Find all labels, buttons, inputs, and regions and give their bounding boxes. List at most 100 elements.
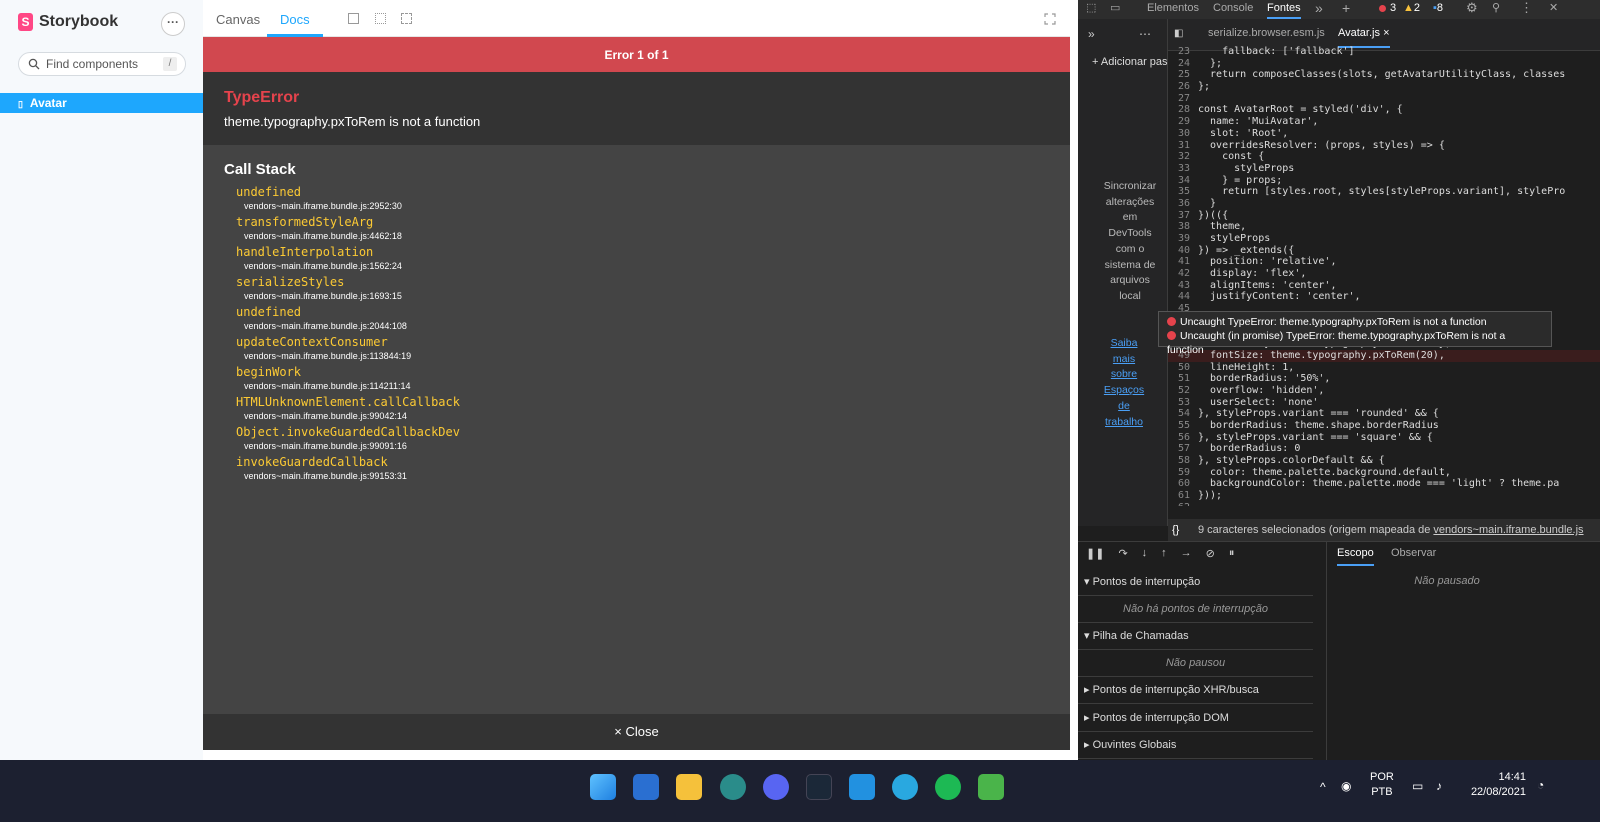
line-number[interactable]: 39 [1168, 233, 1198, 245]
line-number[interactable]: 42 [1168, 268, 1198, 280]
close-devtools-icon[interactable]: ✕ [1549, 0, 1558, 19]
line-number[interactable]: 62 [1168, 502, 1198, 506]
tab-canvas[interactable]: Canvas [216, 0, 260, 37]
file-explorer-icon[interactable] [676, 774, 702, 800]
source-map-link[interactable]: vendors~main.iframe.bundle.js [1433, 524, 1583, 536]
code-line[interactable]: 57 borderRadius: 0 [1168, 443, 1600, 455]
step-over-icon[interactable]: ↷ [1118, 547, 1127, 560]
step-into-icon[interactable]: ↓ [1142, 547, 1148, 560]
line-number[interactable]: 51 [1168, 373, 1198, 385]
app-icon[interactable] [892, 774, 918, 800]
code-line[interactable]: 42 display: 'flex', [1168, 268, 1600, 280]
outline-icon[interactable] [401, 13, 412, 24]
line-number[interactable]: 35 [1168, 186, 1198, 198]
navigator-more-icon[interactable]: » [1088, 27, 1095, 41]
line-number[interactable]: 59 [1168, 467, 1198, 479]
sidebar-item-avatar[interactable]: ▯ Avatar [0, 93, 203, 113]
toggle-navigator-icon[interactable]: ◧ [1174, 28, 1183, 39]
code-line[interactable]: 55 borderRadius: theme.shape.borderRadiu… [1168, 420, 1600, 432]
search-input[interactable]: Find components / [18, 52, 186, 76]
line-number[interactable]: 29 [1168, 116, 1198, 128]
discord-tray-icon[interactable]: ◉ [1341, 779, 1351, 793]
line-number[interactable]: 28 [1168, 104, 1198, 116]
stack-frame[interactable]: HTMLUnknownElement.callCallback vendors~m… [236, 395, 1049, 425]
code-line[interactable]: 33 styleProps [1168, 163, 1600, 175]
line-number[interactable]: 38 [1168, 221, 1198, 233]
line-number[interactable]: 30 [1168, 128, 1198, 140]
spotify-icon[interactable] [935, 774, 961, 800]
xhr-breakpoints-section[interactable]: ▸ Pontos de interrupção XHR/busca [1078, 677, 1313, 704]
code-line[interactable]: 58}, styleProps.colorDefault && { [1168, 455, 1600, 467]
code-line[interactable]: 30 slot: 'Root', [1168, 128, 1600, 140]
navigator-menu-icon[interactable]: ⋯ [1139, 27, 1151, 41]
line-number[interactable]: 32 [1168, 151, 1198, 163]
inspect-icon[interactable]: ⬚ [1086, 0, 1096, 19]
more-tabs-icon[interactable]: » [1315, 0, 1323, 19]
code-line[interactable]: 43 alignItems: 'center', [1168, 280, 1600, 292]
code-line[interactable]: 61})); [1168, 490, 1600, 502]
error-count-badge[interactable]: 3 [1379, 0, 1396, 19]
line-number[interactable]: 41 [1168, 256, 1198, 268]
stack-frame[interactable]: serializeStyles vendors~main.iframe.bundl… [236, 275, 1049, 305]
line-number[interactable]: 31 [1168, 140, 1198, 152]
stack-frame[interactable]: undefined vendors~main.iframe.bundle.js:2… [236, 305, 1049, 335]
close-button[interactable]: × Close [203, 714, 1070, 750]
tab-docs[interactable]: Docs [267, 0, 323, 37]
step-out-icon[interactable]: ↑ [1161, 547, 1167, 560]
code-line[interactable]: 35 return [styles.root, styles[styleProp… [1168, 186, 1600, 198]
pretty-print-icon[interactable]: {} [1172, 519, 1179, 541]
code-line[interactable]: 56}, styleProps.variant === 'square' && … [1168, 432, 1600, 444]
code-line[interactable]: 31 overridesResolver: (props, styles) =>… [1168, 140, 1600, 152]
source-code[interactable]: 23 fallback: ['fallback'] 24 }; 25 return … [1168, 46, 1600, 506]
code-line[interactable]: 32 const { [1168, 151, 1600, 163]
code-line[interactable]: 53 userSelect: 'none' [1168, 397, 1600, 409]
line-number[interactable]: 34 [1168, 175, 1198, 187]
language-indicator[interactable]: POR PTB [1370, 770, 1394, 800]
learn-more-link[interactable]: Saiba mais sobre Espaços de trabalho [1100, 336, 1148, 430]
sidebar-menu-button[interactable]: ··· [161, 12, 185, 36]
stack-frame[interactable]: undefined vendors~main.iframe.bundle.js:2… [236, 185, 1049, 215]
code-line[interactable]: 54}, styleProps.variant === 'rounded' &&… [1168, 408, 1600, 420]
code-line[interactable]: 41 position: 'relative', [1168, 256, 1600, 268]
code-line[interactable]: 28 const AvatarRoot = styled('div', { [1168, 104, 1600, 116]
code-line[interactable]: 52 overflow: 'hidden', [1168, 385, 1600, 397]
storybook-logo[interactable]: S Storybook [18, 13, 118, 31]
vscode-icon[interactable] [849, 774, 875, 800]
start-icon[interactable] [590, 774, 616, 800]
edge-icon[interactable] [720, 774, 746, 800]
steam-icon[interactable] [806, 774, 832, 800]
code-line[interactable]: 38 theme, [1168, 221, 1600, 233]
code-line[interactable]: 59 color: theme.palette.background.defau… [1168, 467, 1600, 479]
settings-icon[interactable]: ⚙ [1466, 0, 1478, 19]
code-line[interactable]: 62 [1168, 502, 1600, 506]
tab-watch[interactable]: Observar [1391, 547, 1436, 559]
line-number[interactable]: 24 [1168, 58, 1198, 70]
code-line[interactable]: 44 justifyContent: 'center', [1168, 291, 1600, 303]
line-number[interactable]: 52 [1168, 385, 1198, 397]
add-tab-icon[interactable]: + [1342, 0, 1350, 19]
customize-icon[interactable]: ⚲ [1492, 0, 1500, 19]
call-stack-section[interactable]: ▾ Pilha de Chamadas [1078, 623, 1313, 650]
line-number[interactable]: 25 [1168, 69, 1198, 81]
editor-tab-serialize[interactable]: serialize.browser.esm.js [1208, 27, 1325, 39]
discord-icon[interactable] [763, 774, 789, 800]
code-line[interactable]: 50 lineHeight: 1, [1168, 362, 1600, 374]
warning-count-badge[interactable]: ▲2 [1403, 0, 1420, 19]
grid-icon[interactable] [375, 13, 386, 24]
deactivate-breakpoints-icon[interactable]: ⊘ [1206, 547, 1215, 560]
code-line[interactable]: 26}; [1168, 81, 1600, 93]
breakpoints-section[interactable]: ▾ Pontos de interrupção [1078, 569, 1313, 596]
tab-sources[interactable]: Fontes [1267, 0, 1301, 19]
clock[interactable]: 14:41 22/08/2021 [1466, 770, 1526, 800]
line-number[interactable]: 27 [1168, 93, 1198, 105]
code-line[interactable]: 36 } [1168, 198, 1600, 210]
stack-frame[interactable]: beginWork vendors~main.iframe.bundle.js:1… [236, 365, 1049, 395]
code-line[interactable]: 40}) => _extends({ [1168, 245, 1600, 257]
tab-console[interactable]: Console [1213, 0, 1253, 19]
widgets-icon[interactable] [633, 774, 659, 800]
message-count-badge[interactable]: ▪8 [1433, 0, 1443, 19]
code-line[interactable]: 24 }; [1168, 58, 1600, 70]
line-number[interactable]: 57 [1168, 443, 1198, 455]
notepad-icon[interactable] [978, 774, 1004, 800]
dom-breakpoints-section[interactable]: ▸ Pontos de interrupção DOM [1078, 705, 1313, 732]
